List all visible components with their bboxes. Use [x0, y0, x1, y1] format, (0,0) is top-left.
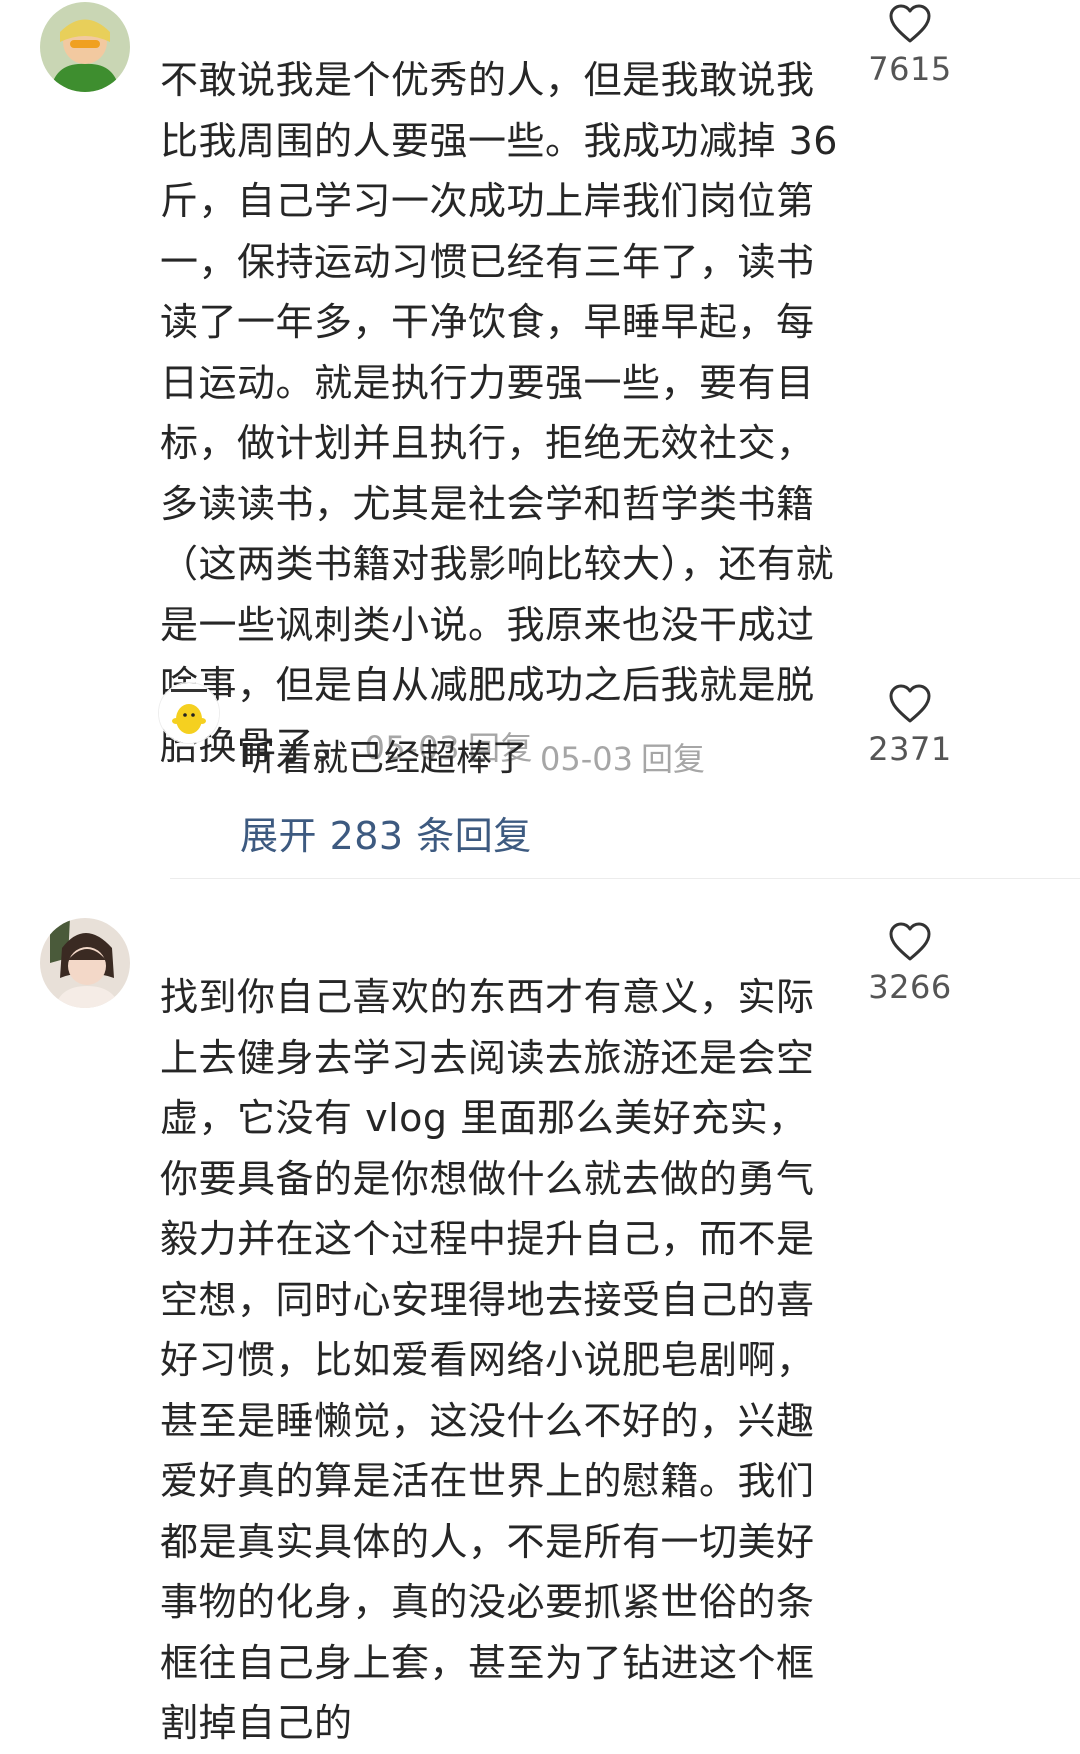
heart-outline-icon: [850, 922, 970, 962]
heart-outline-icon: [850, 684, 970, 724]
divider: [170, 878, 1080, 879]
reply-button[interactable]: 回复: [641, 740, 705, 778]
comment-item: 不敢说我是个优秀的人，但是我敢说我比我周围的人要强一些。我成功减掉 36 斤，自…: [0, 0, 1080, 880]
like-count: 3266: [868, 968, 952, 1006]
like-count: 7615: [868, 50, 952, 88]
reply-avatar[interactable]: [158, 682, 220, 744]
reply-body: 听着就已经超棒了: [240, 738, 529, 779]
reply-date: 05-03: [540, 740, 633, 778]
heart-outline-icon: [850, 4, 970, 44]
avatar[interactable]: [40, 918, 130, 1008]
expand-replies-button[interactable]: 展开 283 条回复: [240, 805, 532, 860]
reply-text: 听着就已经超棒了 05-03 回复: [240, 735, 860, 783]
like-button[interactable]: 7615: [850, 4, 970, 88]
like-count: 2371: [868, 730, 952, 768]
comment-item: 找到你自己喜欢的东西才有意义，实际上去健身去学习去阅读去旅游还是会空虚，它没有 …: [0, 900, 1080, 1745]
like-button[interactable]: 3266: [850, 922, 970, 1006]
comment-body: 不敢说我是个优秀的人，但是我敢说我比我周围的人要强一些。我成功减掉 36 斤，自…: [160, 58, 838, 768]
comment-text: 不敢说我是个优秀的人，但是我敢说我比我周围的人要强一些。我成功减掉 36 斤，自…: [160, 50, 840, 778]
comment-body: 找到你自己喜欢的东西才有意义，实际上去健身去学习去阅读去旅游还是会空虚，它没有 …: [160, 975, 815, 1745]
comment-text: 找到你自己喜欢的东西才有意义，实际上去健身去学习去阅读去旅游还是会空虚，它没有 …: [160, 967, 840, 1754]
reply-like-button[interactable]: 2371: [850, 684, 970, 768]
avatar[interactable]: [40, 2, 130, 92]
